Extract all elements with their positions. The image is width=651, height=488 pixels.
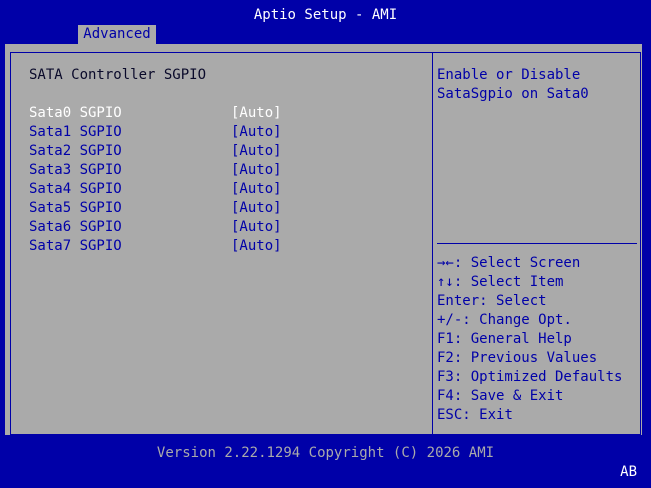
menu-item-label: Sata1 SGPIO <box>29 124 122 140</box>
menu-item-label: Sata6 SGPIO <box>29 219 122 235</box>
key-legend: →←: Select Screen ↑↓: Select Item Enter:… <box>437 254 641 425</box>
menu-item-value[interactable]: [Auto] <box>231 199 282 218</box>
key-hint-desc: : Select <box>479 293 547 309</box>
key-hint-desc: : Change Opt. <box>462 312 572 328</box>
menu-item-label: Sata7 SGPIO <box>29 238 122 254</box>
window-title: Aptio Setup - AMI <box>253 7 398 23</box>
key-hint-key: F4 <box>437 388 454 404</box>
menu-item-label: Sata3 SGPIO <box>29 162 122 178</box>
key-hint-f3: F3: Optimized Defaults <box>437 368 641 387</box>
key-hint-select-item: ↑↓: Select Item <box>437 273 641 292</box>
menu-item-value[interactable]: [Auto] <box>231 123 282 142</box>
key-hint-key: ESC <box>437 407 463 423</box>
menu-item-sata3-sgpio[interactable]: Sata3 SGPIO [Auto] <box>29 161 409 180</box>
key-hint-desc: : Previous Values <box>453 350 598 366</box>
menu-item-sata2-sgpio[interactable]: Sata2 SGPIO [Auto] <box>29 142 409 161</box>
key-hint-desc: : Optimized Defaults <box>453 369 623 385</box>
menu-item-sata4-sgpio[interactable]: Sata4 SGPIO [Auto] <box>29 180 409 199</box>
key-hint-desc: : Select Item <box>453 274 564 290</box>
key-hint-key: Enter <box>437 293 480 309</box>
menu-item-sata6-sgpio[interactable]: Sata6 SGPIO [Auto] <box>29 218 409 237</box>
menu-item-value[interactable]: [Auto] <box>231 161 282 180</box>
menu-item-label: Sata5 SGPIO <box>29 200 122 216</box>
menu-item-label: Sata4 SGPIO <box>29 181 122 197</box>
help-text: Enable or Disable SataSgpio on Sata0 <box>437 67 589 102</box>
key-hint-desc: : Save & Exit <box>453 388 564 404</box>
arrow-left-right-icon: →← <box>437 255 454 271</box>
menu-item-sata0-sgpio[interactable]: Sata0 SGPIO [Auto] <box>29 104 409 123</box>
bios-setup-screen: Aptio Setup - AMI Advanced SATA Controll… <box>0 0 651 488</box>
section-title: SATA Controller SGPIO <box>29 67 207 83</box>
key-hint-change-opt: +/-: Change Opt. <box>437 311 641 330</box>
key-hint-desc: : Select Screen <box>453 255 581 271</box>
main-panel: SATA Controller SGPIO Sata0 SGPIO [Auto]… <box>5 44 642 435</box>
tab-advanced[interactable]: Advanced <box>78 25 156 44</box>
menu-item-label: Sata2 SGPIO <box>29 143 122 159</box>
menu-item-value[interactable]: [Auto] <box>231 218 282 237</box>
menu-item-sata5-sgpio[interactable]: Sata5 SGPIO [Auto] <box>29 199 409 218</box>
menu-item-sata7-sgpio[interactable]: Sata7 SGPIO [Auto] <box>29 237 409 256</box>
key-hint-f2: F2: Previous Values <box>437 349 641 368</box>
menu-item-value[interactable]: [Auto] <box>231 237 282 256</box>
version-footer: Version 2.22.1294 Copyright (C) 2026 AMI <box>156 445 495 461</box>
menu-item-value[interactable]: [Auto] <box>231 180 282 199</box>
key-hint-desc: : General Help <box>453 331 572 347</box>
menu-item-sata1-sgpio[interactable]: Sata1 SGPIO [Auto] <box>29 123 409 142</box>
menu-item-label: Sata0 SGPIO <box>29 105 122 121</box>
key-hint-select-screen: →←: Select Screen <box>437 254 641 273</box>
key-hint-f4: F4: Save & Exit <box>437 387 641 406</box>
key-hint-key: F3 <box>437 369 454 385</box>
key-hint-desc: : Exit <box>462 407 513 423</box>
key-hint-key: +/- <box>437 312 463 328</box>
help-divider <box>437 243 637 244</box>
sgpio-menu: Sata0 SGPIO [Auto] Sata1 SGPIO [Auto] Sa… <box>29 104 409 256</box>
status-badge: AB <box>620 464 637 480</box>
key-hint-key: F1 <box>437 331 454 347</box>
key-hint-esc: ESC: Exit <box>437 406 641 425</box>
menu-item-value[interactable]: [Auto] <box>231 142 282 161</box>
arrow-up-down-icon: ↑↓ <box>437 274 454 290</box>
key-hint-f1: F1: General Help <box>437 330 641 349</box>
menu-item-value[interactable]: [Auto] <box>231 104 282 123</box>
key-hint-enter: Enter: Select <box>437 292 641 311</box>
key-hint-key: F2 <box>437 350 454 366</box>
